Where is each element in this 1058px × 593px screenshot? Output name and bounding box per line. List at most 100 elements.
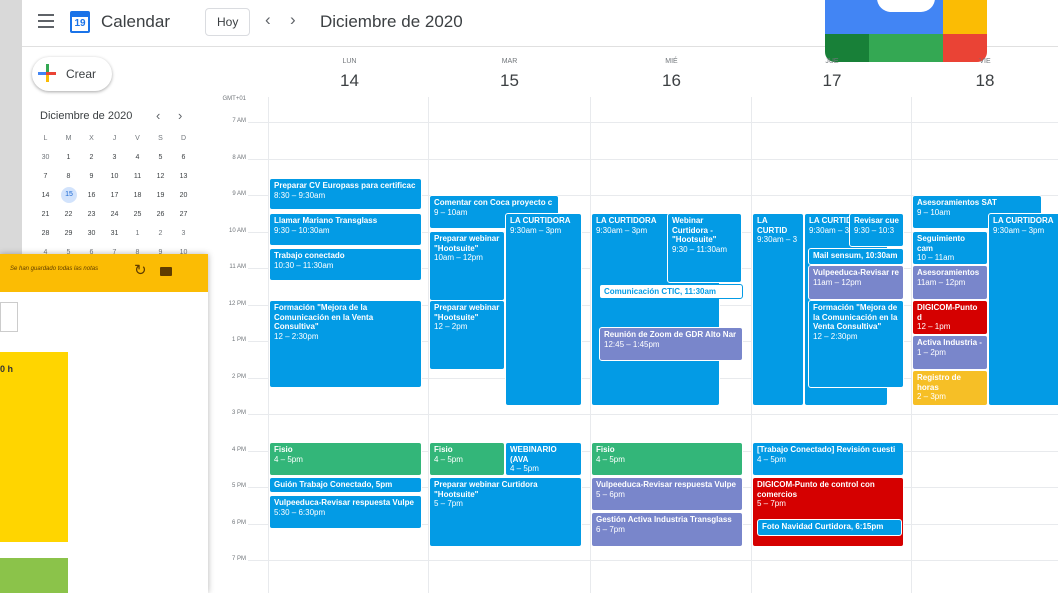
prev-week-button[interactable]: ‹: [265, 10, 271, 30]
mini-month-prev-button[interactable]: ‹: [156, 108, 160, 123]
calendar-event[interactable]: Fisio 4 – 5pm: [429, 442, 505, 476]
day-header[interactable]: MAR 15: [429, 47, 590, 97]
mini-month-day[interactable]: 22: [57, 205, 80, 224]
calendar-event[interactable]: Activa Industria -1 – 2pm: [912, 335, 988, 370]
calendar-event[interactable]: LA CURTIDORA 9:30am – 3pm: [505, 213, 582, 406]
calendar-event[interactable]: Formación "Mejora de la Comunicación en …: [808, 300, 904, 388]
mini-month-day[interactable]: 2: [149, 224, 172, 243]
mini-month-day[interactable]: 24: [103, 205, 126, 224]
hamburger-menu-icon[interactable]: [38, 14, 54, 28]
calendar-event[interactable]: Comunicación CTIC, 11:30am: [599, 284, 743, 299]
day-number[interactable]: 18: [912, 71, 1058, 91]
refresh-icon[interactable]: ↻: [134, 261, 147, 279]
mini-month-day[interactable]: 7: [34, 167, 57, 186]
mini-month-day[interactable]: 5: [149, 148, 172, 167]
weekday-label: M: [65, 135, 72, 142]
calendar-event[interactable]: Gestión Activa Industria Transglass 6 – 7…: [591, 512, 743, 547]
mini-month-day[interactable]: 14: [34, 186, 57, 205]
mini-month-day[interactable]: 31: [103, 224, 126, 243]
mini-month-day[interactable]: 9: [80, 167, 103, 186]
keep-menu-icon[interactable]: [160, 267, 172, 276]
mini-month-day[interactable]: 12: [149, 167, 172, 186]
day-number[interactable]: 14: [269, 71, 430, 91]
calendar-event[interactable]: Vulpeeduca-Revisar respuesta Vulpe 5 – 6p…: [591, 477, 743, 511]
mini-month-day[interactable]: 27: [172, 205, 195, 224]
calendar-event[interactable]: Mail sensum, 10:30am: [808, 248, 904, 265]
calendar-event[interactable]: Preparar CV Europass para certificac 8:30…: [269, 178, 422, 210]
mini-month-next-button[interactable]: ›: [178, 108, 182, 123]
mini-month-day[interactable]: 30: [80, 224, 103, 243]
calendar-event[interactable]: Fisio 4 – 5pm: [591, 442, 743, 476]
calendar-event[interactable]: WEBINARIO (AVA 4 – 5pm: [505, 442, 582, 476]
calendar-event[interactable]: [Trabajo Conectado] Revisión cuesti 4 – 5…: [752, 442, 904, 476]
mini-month-day[interactable]: 6: [172, 148, 195, 167]
calendar-event[interactable]: Trabajo conectado 10:30 – 11:30am: [269, 248, 422, 281]
mini-month-day[interactable]: 28: [34, 224, 57, 243]
mini-month-day[interactable]: 30: [34, 148, 57, 167]
mini-month-day[interactable]: 13: [172, 167, 195, 186]
calendar-event[interactable]: Guión Trabajo Conectado, 5pm: [269, 477, 422, 493]
day-number[interactable]: 16: [591, 71, 752, 91]
mini-month-day[interactable]: 8: [57, 167, 80, 186]
calendar-event[interactable]: Asesoramientos 11am – 12pm: [912, 265, 988, 300]
mini-month-day[interactable]: 2: [80, 148, 103, 167]
calendar-event[interactable]: Reunión de Zoom de GDR Alto Nar 12:45 – 1…: [599, 327, 743, 361]
calendar-event[interactable]: Foto Navidad Curtidora, 6:15pm: [757, 519, 902, 536]
day-header[interactable]: MIÉ 16: [591, 47, 752, 97]
calendar-event[interactable]: Webinar Curtidora - "Hootsuite" 9:30 – 11…: [667, 213, 742, 283]
hour-label: 2 PM: [231, 373, 246, 380]
weekday-label: V: [135, 135, 140, 142]
calendar-event[interactable]: Vulpeeduca-Revisar re 11am – 12pm: [808, 265, 904, 300]
calendar-event[interactable]: Preparar webinar Curtidora "Hootsuite" 5 …: [429, 477, 582, 547]
calendar-event[interactable]: Llamar Mariano Transglass 9:30 – 10:30am: [269, 213, 422, 246]
note-card-yellow[interactable]: 0 h: [0, 352, 68, 542]
mini-month-day[interactable]: 18: [126, 186, 149, 205]
calendar-event[interactable]: Seguimiento cam 10 – 11am: [912, 231, 988, 265]
mini-month-day[interactable]: 26: [149, 205, 172, 224]
event-title: Formación "Mejora de la Comunicación en …: [813, 303, 898, 331]
calendar-event[interactable]: Formación "Mejora de la Comunicación en …: [269, 300, 422, 388]
calendar-event[interactable]: Fisio 4 – 5pm: [269, 442, 422, 476]
calendar-event[interactable]: Preparar webinar "Hootsuite" 12 – 2pm: [429, 300, 505, 370]
create-button[interactable]: Crear: [32, 57, 112, 91]
mini-month-day[interactable]: 21: [34, 205, 57, 224]
hour-label: 4 PM: [231, 446, 246, 453]
mini-month-day[interactable]: 11: [126, 167, 149, 186]
day-number[interactable]: 15: [429, 71, 590, 91]
calendar-event[interactable]: Vulpeeduca-Revisar respuesta Vulpe 5:30 –…: [269, 495, 422, 529]
mini-month-day[interactable]: 29: [57, 224, 80, 243]
event-time: 4 – 5pm: [510, 464, 539, 473]
mini-month-day[interactable]: 19: [149, 186, 172, 205]
calendar-event[interactable]: Revisar cue 9:30 – 10:3: [849, 213, 904, 247]
note-input[interactable]: [0, 302, 18, 332]
mini-month-day[interactable]: 3: [172, 224, 195, 243]
mini-month-day[interactable]: 1: [126, 224, 149, 243]
calendar-event[interactable]: DIGICOM-Punto de control con comercios 5 …: [752, 477, 904, 547]
event-title: Vulpeeduca-Revisar respuesta Vulpe: [596, 480, 736, 489]
mini-month-day[interactable]: 20: [172, 186, 195, 205]
mini-month-day[interactable]: 23: [80, 205, 103, 224]
mini-month-day[interactable]: 15: [61, 187, 77, 203]
calendar-event[interactable]: Preparar webinar "Hootsuite" 10am – 12pm: [429, 231, 505, 301]
weekday-label: J: [112, 135, 117, 142]
note-card-green[interactable]: [0, 558, 68, 593]
next-week-button[interactable]: ›: [290, 10, 296, 30]
mini-month-day[interactable]: 25: [126, 205, 149, 224]
day-header[interactable]: VIE 18: [912, 47, 1058, 97]
mini-month-day[interactable]: 1: [57, 148, 80, 167]
mini-month-day[interactable]: 16: [80, 186, 103, 205]
day-number[interactable]: 17: [752, 71, 912, 91]
day-header[interactable]: LUN 14: [269, 47, 430, 97]
day-header[interactable]: JUE 17: [752, 47, 912, 97]
calendar-event[interactable]: LA CURTID 9:30am – 3: [752, 213, 804, 406]
calendar-event[interactable]: LA CURTIDORA 9:30am – 3pm: [988, 213, 1058, 406]
event-title: Asesoramientos SAT: [917, 198, 997, 207]
mini-month-day[interactable]: 4: [126, 148, 149, 167]
mini-month-day[interactable]: 17: [103, 186, 126, 205]
mini-month-day[interactable]: 10: [103, 167, 126, 186]
calendar-event[interactable]: Registro de horas 2 – 3pm: [912, 370, 988, 406]
mini-month-day[interactable]: 3: [103, 148, 126, 167]
calendar-event[interactable]: DIGICOM-Punto d 12 – 1pm: [912, 300, 988, 335]
today-button[interactable]: Hoy: [205, 8, 251, 36]
event-time: 10 – 11am: [917, 253, 955, 262]
